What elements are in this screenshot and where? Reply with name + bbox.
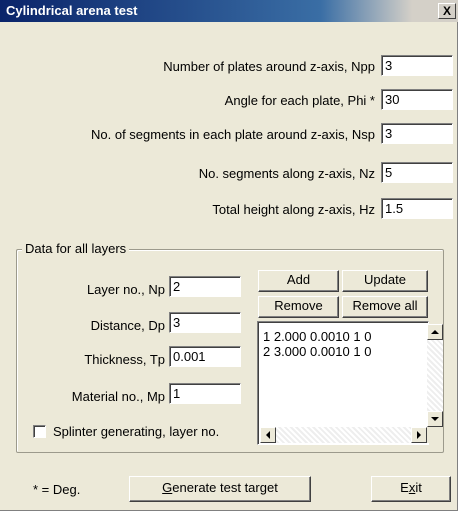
dialog-window: Cylindrical arena test X Number of plate… [0, 0, 458, 511]
npp-label: Number of plates around z-axis, Npp [163, 59, 375, 74]
tp-label: Thickness, Tp [84, 352, 165, 367]
title-bar[interactable]: Cylindrical arena test X [0, 0, 458, 22]
remove-button[interactable]: Remove [258, 296, 339, 318]
dp-label: Distance, Dp [90, 318, 165, 333]
horizontal-scrollbar[interactable] [260, 427, 427, 443]
vertical-scrollbar[interactable] [427, 324, 443, 427]
np-label: Layer no., Np [86, 282, 165, 297]
exit-label-end: it [415, 480, 422, 495]
arrow-left-icon [266, 431, 270, 439]
close-button[interactable]: X [438, 3, 456, 19]
npp-input[interactable] [381, 55, 453, 76]
splinter-label: Splinter generating, layer no. [53, 424, 220, 439]
generate-label: enerate test target [172, 480, 278, 495]
nz-label: No. segments along z-axis, Nz [198, 166, 375, 181]
remove-all-button[interactable]: Remove all [342, 296, 428, 318]
update-button[interactable]: Update [342, 270, 428, 292]
splinter-checkbox[interactable] [33, 425, 46, 438]
exit-button[interactable]: Exit [371, 476, 451, 502]
scrollbar-corner [427, 427, 443, 443]
layers-listbox[interactable]: 1 2.000 0.0010 1 0 2 3.000 0.0010 1 0 [257, 321, 443, 445]
np-input[interactable] [169, 276, 241, 297]
nsp-label: No. of segments in each plate around z-a… [91, 127, 375, 142]
list-item[interactable]: 1 2.000 0.0010 1 0 [263, 329, 371, 344]
scroll-left-button[interactable] [260, 427, 276, 443]
scroll-right-button[interactable] [411, 427, 427, 443]
scroll-up-button[interactable] [427, 324, 443, 340]
mp-input[interactable] [169, 383, 241, 404]
hz-label: Total height along z-axis, Hz [212, 202, 375, 217]
layers-group-title: Data for all layers [22, 242, 130, 256]
exit-label-start: E [400, 480, 409, 495]
dp-input[interactable] [169, 312, 241, 333]
arrow-up-icon [431, 330, 439, 334]
arrow-down-icon [431, 417, 439, 421]
list-item[interactable]: 2 3.000 0.0010 1 0 [263, 344, 371, 359]
hz-input[interactable] [381, 198, 453, 219]
phi-label: Angle for each plate, Phi * [224, 93, 375, 108]
arrow-right-icon [417, 431, 421, 439]
phi-input[interactable] [381, 89, 453, 110]
scroll-down-button[interactable] [427, 411, 443, 427]
generate-test-target-button[interactable]: Generate test target [129, 476, 311, 502]
tp-input[interactable] [169, 346, 241, 367]
nsp-input[interactable] [381, 123, 453, 144]
degree-note: * = Deg. [33, 482, 81, 497]
add-button[interactable]: Add [258, 270, 339, 292]
window-title: Cylindrical arena test [6, 3, 138, 18]
mp-label: Material no., Mp [71, 389, 165, 404]
nz-input[interactable] [381, 162, 453, 183]
generate-mnemonic: G [162, 480, 173, 495]
